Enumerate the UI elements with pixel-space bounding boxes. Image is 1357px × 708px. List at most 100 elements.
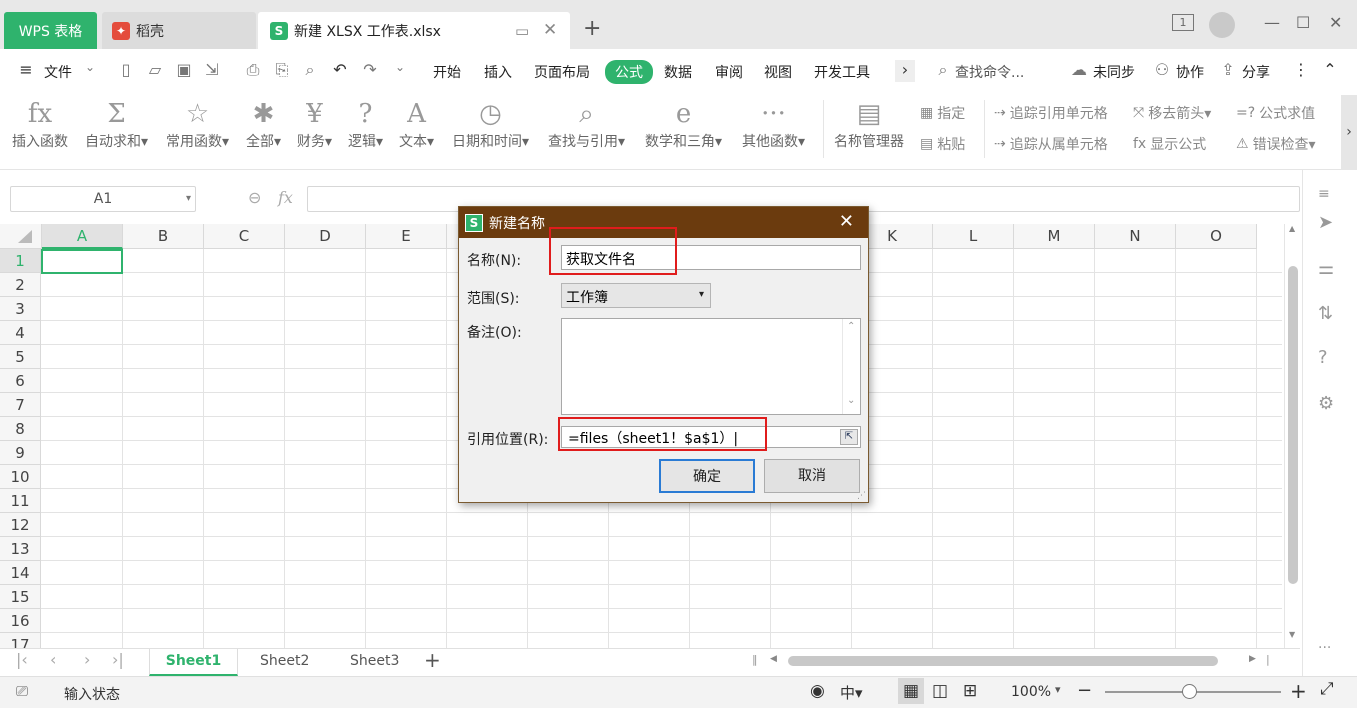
input-method-icon[interactable]: 中▾ [840,682,863,703]
menu-insert[interactable]: 插入 [484,62,512,82]
undo-icon[interactable]: ↶ [330,60,350,82]
menu-view[interactable]: 视图 [764,62,792,82]
sheet-tab-2[interactable]: Sheet2 [260,649,309,676]
hamburger-icon[interactable]: ≡ [16,60,36,82]
show-formula-button[interactable]: fx 显示公式 [1133,134,1206,154]
next-sheet-icon[interactable]: › [84,650,90,669]
column-header-e[interactable]: E [366,224,447,249]
eye-protection-icon[interactable]: ◉ [810,681,825,701]
scroll-right-icon[interactable]: ▶ [1249,654,1256,664]
scroll-down-icon[interactable]: ▼ [1289,630,1295,639]
cancel-button[interactable]: 取消 [764,459,860,493]
help-icon[interactable]: ? [1318,347,1328,368]
column-header-m[interactable]: M [1014,224,1095,249]
range-picker-icon[interactable]: ⇱ [840,429,858,445]
sync-status[interactable]: 未同步 [1093,62,1135,82]
column-header-n[interactable]: N [1095,224,1176,249]
menu-page-layout[interactable]: 页面布局 [534,62,590,82]
error-check-button[interactable]: ⚠ 错误检查▾ [1236,134,1316,154]
tab-daoke[interactable]: ✦ 稻壳 [102,12,256,49]
fx-icon[interactable]: fx [278,188,293,207]
tab-wps-home[interactable]: WPS 表格 [4,12,97,49]
find-icon[interactable]: ⌕ [300,60,320,82]
comment-scroll-down-icon[interactable]: ⌄ [847,395,855,406]
menu-data[interactable]: 数据 [664,62,692,82]
insert-function-button[interactable]: fx 插入函数 [12,97,68,151]
dialog-close-icon[interactable]: ✕ [839,211,854,232]
lookup-button[interactable]: ⌕ 查找与引用▾ [548,97,625,151]
sheet-tab-3[interactable]: Sheet3 [350,649,399,676]
ribbon-scroll-right-icon[interactable]: › [1341,95,1357,170]
math-button[interactable]: e 数学和三角▾ [645,97,722,151]
add-sheet-icon[interactable]: + [424,648,441,672]
column-header-l[interactable]: L [933,224,1014,249]
macro-icon[interactable]: ⎚ [16,682,28,700]
more-quick-icon[interactable]: ⌄ [390,60,410,82]
first-sheet-icon[interactable]: |‹ [16,650,28,669]
fullscreen-icon[interactable]: ⤢ [1320,679,1334,699]
collapse-ribbon-icon[interactable]: ⌃ [1320,60,1340,82]
menu-review[interactable]: 审阅 [715,62,743,82]
cursor-icon[interactable]: ➤ [1318,212,1333,233]
share-button[interactable]: 分享 [1242,62,1270,82]
print-preview-icon[interactable]: ⎙ [243,60,263,82]
finance-button[interactable]: ¥ 财务▾ [297,97,332,151]
resize-grip-icon[interactable]: ⋰ [857,491,866,501]
tab-close-icon[interactable]: ✕ [543,20,557,40]
trace-precedents-button[interactable]: ⇢ 追踪引用单元格 [994,103,1108,123]
vertical-scroll-thumb[interactable] [1288,266,1298,584]
name-box-dropdown-icon[interactable]: ▾ [186,187,191,211]
row-header-13[interactable]: 13 [0,537,41,561]
trace-dependents-button[interactable]: ⇢ 追踪从属单元格 [994,134,1108,154]
paste-name-button[interactable]: ▤ 粘贴 [920,134,965,154]
row-header-14[interactable]: 14 [0,561,41,585]
page-break-view-icon[interactable]: ⊞ [963,681,977,701]
column-header-a[interactable]: A [42,224,123,249]
print-icon[interactable]: ⎘ [272,60,292,82]
save-icon[interactable]: ▣ [174,60,194,82]
row-header-15[interactable]: 15 [0,585,41,609]
file-menu[interactable]: 文件 [44,62,72,82]
prev-sheet-icon[interactable]: ‹ [50,650,56,669]
open-folder-icon[interactable]: ▱ [145,60,165,82]
window-count-icon[interactable]: 1 [1172,14,1194,31]
collab-button[interactable]: 协作 [1176,62,1204,82]
minimize-icon[interactable]: — [1264,13,1280,32]
transform-icon[interactable]: ⇅ [1318,303,1333,324]
assign-button[interactable]: ▦ 指定 [920,103,965,123]
row-header-7[interactable]: 7 [0,393,41,417]
chevron-down-icon[interactable]: ⌄ [80,60,100,82]
maximize-icon[interactable]: ☐ [1296,13,1310,32]
scope-select[interactable]: 工作簿 ▾ [561,283,711,308]
sidebar-menu-icon[interactable]: ≡ [1318,186,1330,202]
evaluate-formula-button[interactable]: =? 公式求值 [1236,103,1315,123]
zoom-search-icon[interactable]: ⊖ [248,188,261,207]
normal-view-icon[interactable]: ▦ [898,678,924,704]
comment-scrollbar[interactable]: ⌃ ⌄ [842,319,860,414]
row-header-16[interactable]: 16 [0,609,41,633]
scope-dropdown-icon[interactable]: ▾ [699,289,704,300]
scroll-left-icon[interactable]: ◀ [770,654,777,664]
sheet-tab-1[interactable]: Sheet1 [149,649,238,676]
redo-icon[interactable]: ↷ [360,60,380,82]
monitor-icon[interactable]: ▭ [515,22,529,40]
command-search[interactable]: 查找命令... [955,62,1024,82]
more-icon[interactable]: ⋮ [1291,60,1311,82]
new-doc-icon[interactable]: ▯ [116,60,136,82]
menu-dev-tools[interactable]: 开发工具 [814,62,870,82]
scroll-up-icon[interactable]: ▲ [1289,224,1295,233]
column-header-o[interactable]: O [1176,224,1257,249]
column-header-b[interactable]: B [123,224,204,249]
ok-button[interactable]: 确定 [659,459,755,493]
new-tab-icon[interactable]: + [583,16,601,41]
zoom-out-icon[interactable]: − [1077,680,1092,701]
row-header-2[interactable]: 2 [0,273,41,297]
avatar[interactable] [1209,12,1235,38]
zoom-in-icon[interactable]: + [1290,679,1307,703]
row-header-6[interactable]: 6 [0,369,41,393]
last-sheet-icon[interactable]: ›| [112,650,124,669]
horizontal-scrollbar[interactable]: ‖ ◀ ▶ | [752,653,1277,668]
menu-formula[interactable]: 公式 [605,60,653,84]
other-functions-button[interactable]: ··· 其他函数▾ [742,97,805,151]
datetime-button[interactable]: ◷ 日期和时间▾ [452,97,529,151]
